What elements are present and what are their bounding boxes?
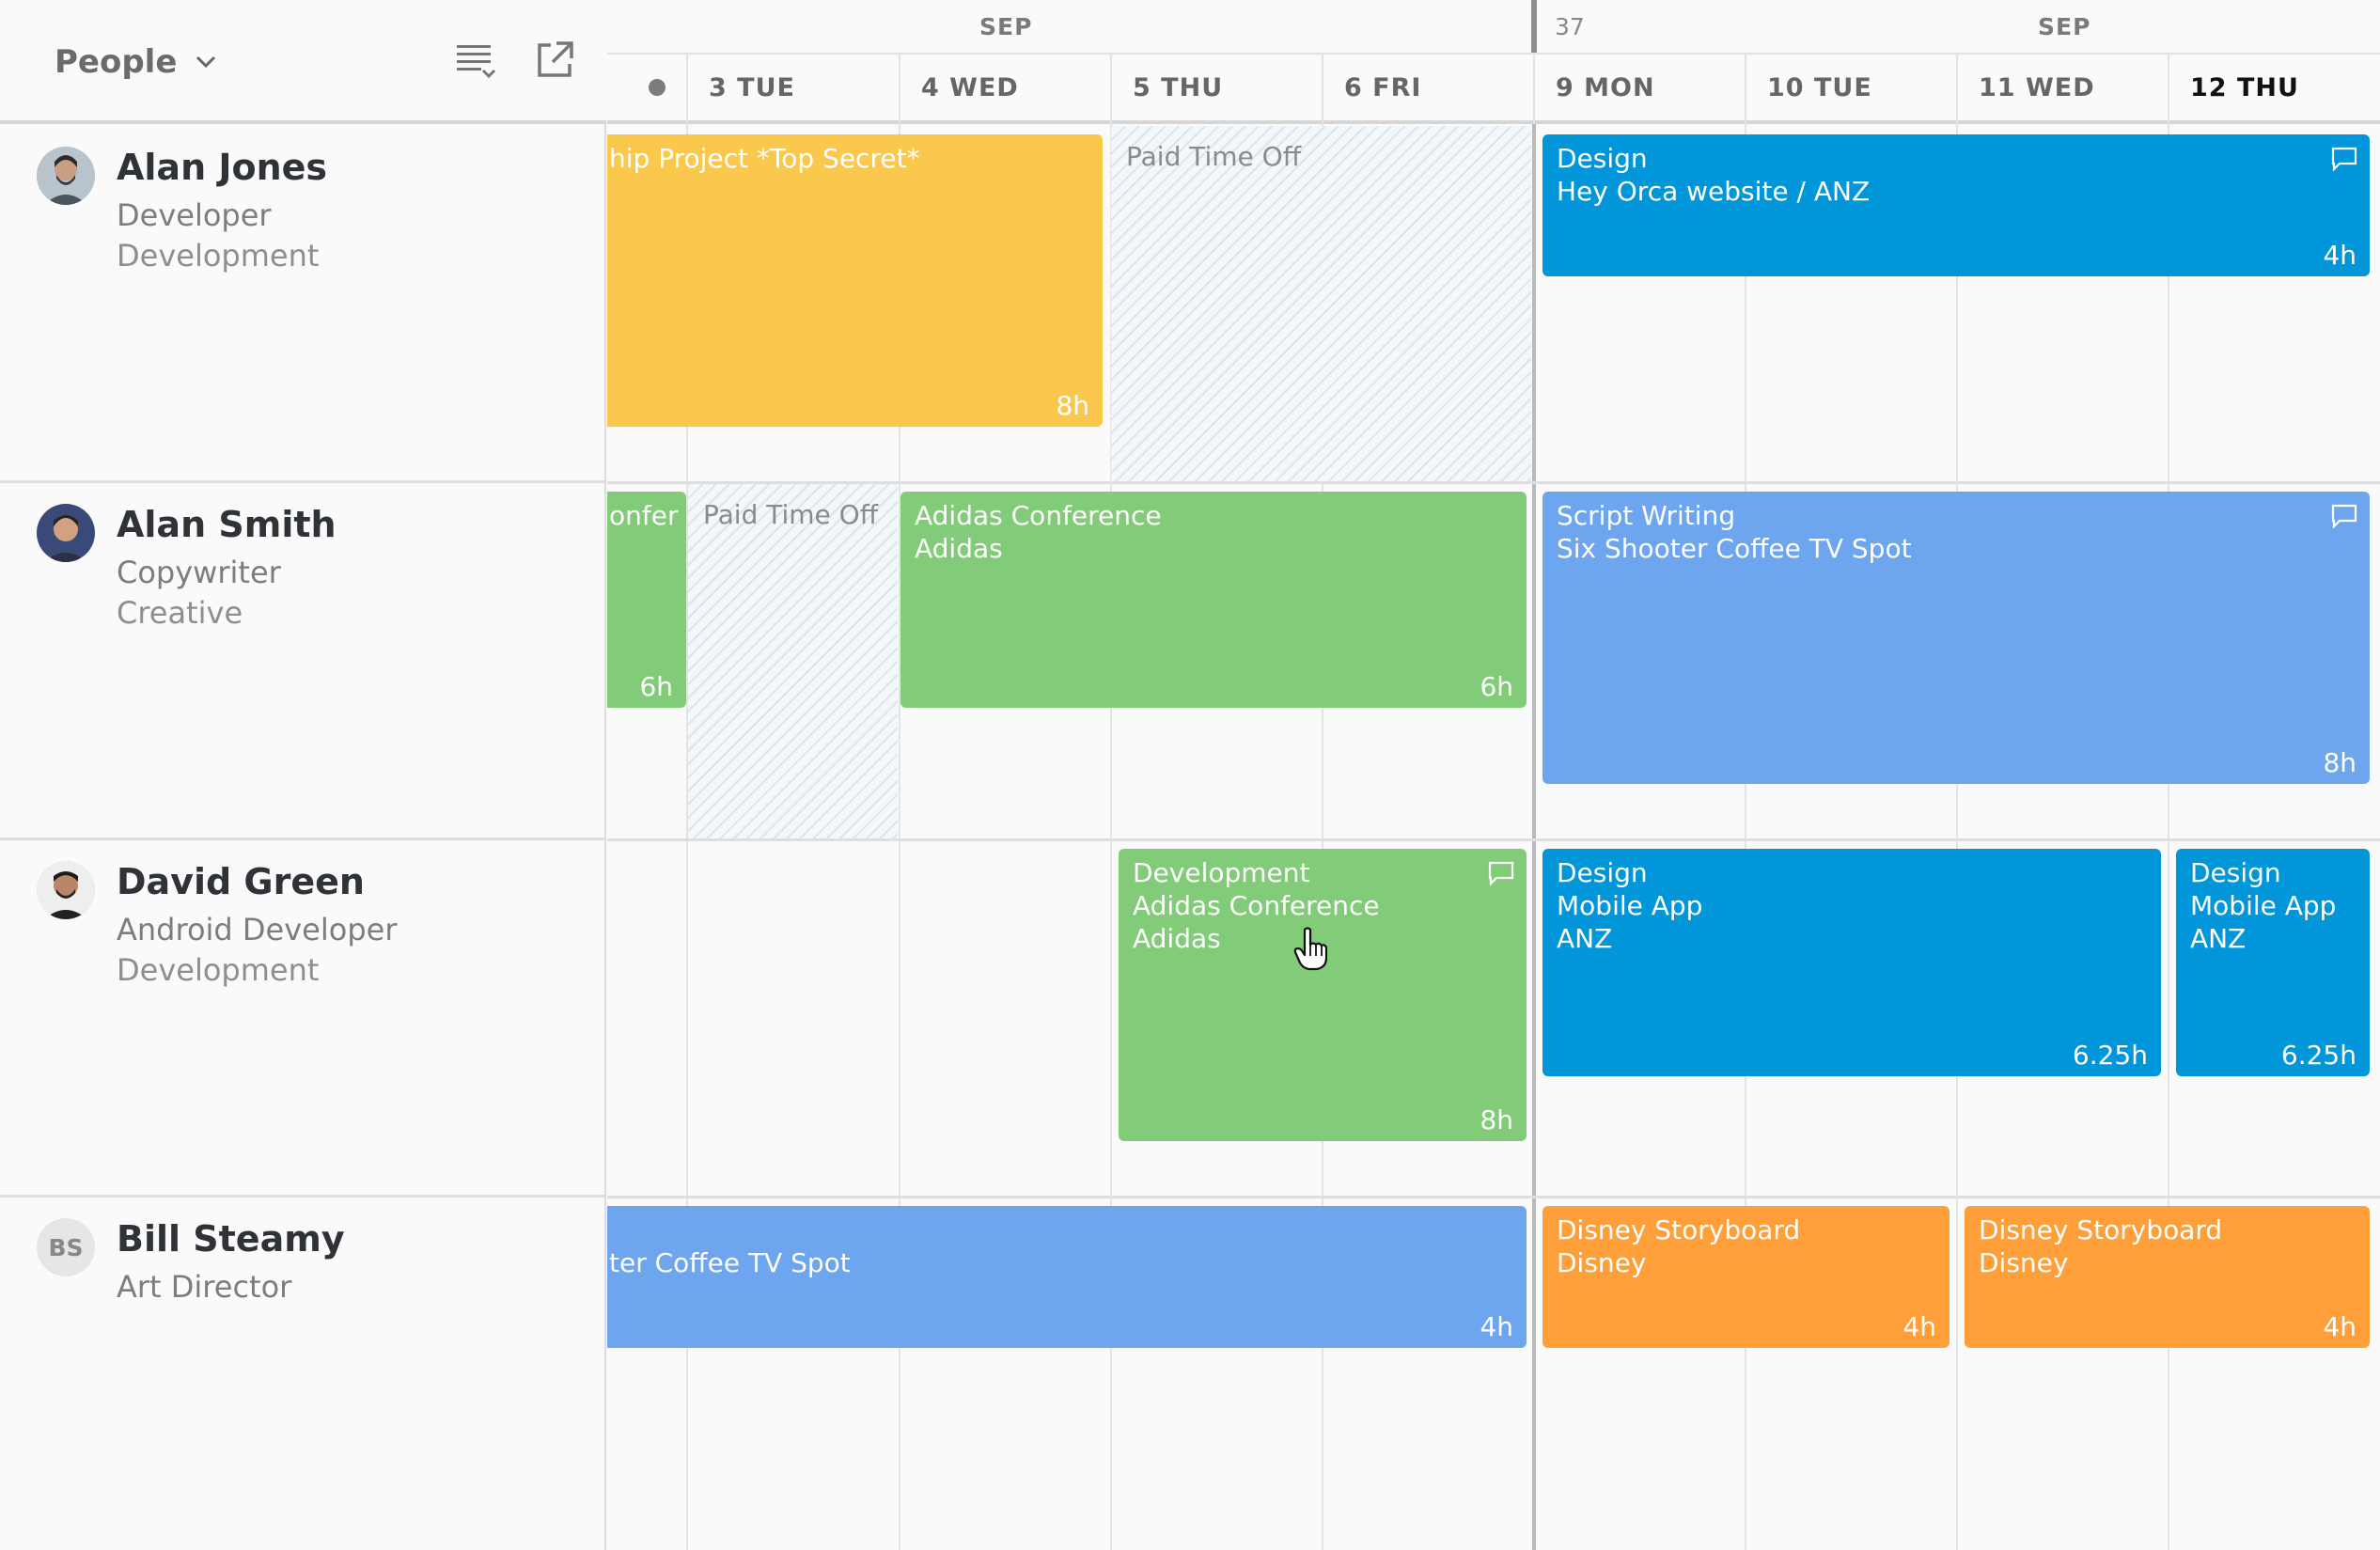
person-department: Creative [117,595,243,631]
task-title: Design [1557,857,1648,888]
person-role: Art Director [117,1269,292,1305]
task-title: Disney Storyboard [1979,1214,2223,1245]
task-hours: 4h [1480,1311,1513,1342]
week-number: 37 [1555,13,1585,40]
task-title: ter Coffee TV Spot [609,1247,851,1278]
person-name: Alan Smith [117,504,337,545]
task-title: Development [1133,857,1310,888]
task-client: Disney [1557,1247,1647,1278]
task-client: Disney [1979,1247,2069,1278]
task-project: Mobile App [2190,890,2337,921]
task-hours: 6h [1480,671,1513,702]
task-hours: 6.25h [2280,1040,2357,1071]
task-project: Adidas [915,533,1003,564]
day-header: 9 MON [1533,55,1745,124]
person-row[interactable]: Alan Jones Developer Development [0,126,606,483]
day-header: 11 WED [1956,55,2168,124]
task-client: ANZ [1557,923,1613,954]
day-header: 6 FRI [1322,55,1533,124]
comment-icon[interactable] [2330,146,2358,172]
avatar-initials: BS [37,1218,95,1276]
hand-cursor-icon [1293,927,1327,971]
view-select-label: People [55,43,178,81]
task-block[interactable]: Adidas Conference Adidas 6h [900,492,1527,708]
external-link-icon[interactable] [534,39,575,81]
person-department: Development [117,952,320,988]
comment-icon[interactable] [1487,860,1515,886]
task-hours: 6.25h [2072,1040,2148,1071]
person-name: Alan Jones [117,147,328,188]
task-hours: 8h [2323,747,2357,778]
person-role: Android Developer [117,912,398,947]
task-project: Mobile App [1557,890,1703,921]
person-name: Bill Steamy [117,1218,345,1260]
task-block[interactable]: Design Mobile App ANZ 6.25h [1542,849,2161,1076]
person-row[interactable]: BS Bill Steamy Art Director [0,1198,606,1550]
task-title: Adidas Conference [915,500,1162,531]
month-label: SEP [2038,13,2091,40]
avatar [37,504,95,562]
time-off-block[interactable]: Paid Time Off [688,484,898,838]
day-header: 5 THU [1110,55,1322,124]
task-title: Design [2190,857,2281,888]
task-block[interactable]: Design Mobile App ANZ 6.25h [2176,849,2370,1076]
task-project: Six Shooter Coffee TV Spot [1557,533,1912,564]
timeline-header: SEP 37 SEP 3 TUE 4 WED 5 THU 6 FRI 9 MON… [607,0,2380,124]
month-label: SEP [979,13,1033,40]
day-header-today: 12 THU [2168,55,2380,124]
list-view-icon[interactable] [455,39,496,81]
people-sidebar: People Alan Jones Developer Development … [0,0,606,1550]
avatar [37,147,95,205]
comment-icon[interactable] [2330,503,2358,529]
view-select[interactable]: People [55,38,218,86]
day-header: 3 TUE [686,55,899,124]
task-hours: 4h [2323,240,2357,271]
task-title: hip Project *Top Secret* [609,143,920,174]
task-client: ANZ [2190,923,2247,954]
task-block[interactable]: ter Coffee TV Spot 4h [607,1206,1527,1348]
task-block[interactable]: Script Writing Six Shooter Coffee TV Spo… [1542,492,2370,784]
task-hours: 8h [1480,1104,1513,1135]
task-hours: 6h [639,671,673,702]
row-divider [607,838,2380,841]
grid-line [1956,124,1958,1550]
time-off-label: Paid Time Off [1126,141,1301,172]
time-off-block[interactable]: Paid Time Off [1111,126,1531,481]
task-project: Hey Orca website / ANZ [1557,176,1871,207]
task-title: onfer [609,500,679,531]
time-off-label: Paid Time Off [703,499,878,530]
person-department: Development [117,238,320,274]
today-dot-icon [649,79,665,96]
task-block[interactable]: onfer 6h [607,492,686,708]
sidebar-header: People [0,0,606,124]
week-separator [1531,0,1537,53]
task-block[interactable]: hip Project *Top Secret* 8h [607,134,1103,427]
task-title: Disney Storyboard [1557,1214,1801,1245]
row-divider [607,1196,2380,1198]
task-block[interactable]: Development Adidas Conference Adidas 8h [1119,849,1527,1141]
person-name: David Green [117,861,365,902]
day-header: 4 WED [899,55,1110,124]
person-role: Copywriter [117,555,281,590]
task-client: Adidas [1133,923,1221,954]
task-hours: 4h [1902,1311,1936,1342]
task-title: Design [1557,143,1648,174]
schedule-timeline: SEP 37 SEP 3 TUE 4 WED 5 THU 6 FRI 9 MON… [607,0,2380,1550]
chevron-down-icon [196,55,216,69]
task-block[interactable]: Disney Storyboard Disney 4h [1542,1206,1949,1348]
task-hours: 4h [2323,1311,2357,1342]
day-header: 10 TUE [1745,55,1956,124]
person-role: Developer [117,197,272,233]
task-hours: 8h [1056,390,1089,421]
person-row[interactable]: Alan Smith Copywriter Creative [0,483,606,840]
person-row[interactable]: David Green Android Developer Developmen… [0,840,606,1198]
avatar [37,861,95,919]
week-boundary-line [1532,124,1536,1550]
task-title: Script Writing [1557,500,1736,531]
task-project: Adidas Conference [1133,890,1380,921]
task-block[interactable]: Design Hey Orca website / ANZ 4h [1542,134,2370,276]
task-block[interactable]: Disney Storyboard Disney 4h [1965,1206,2370,1348]
